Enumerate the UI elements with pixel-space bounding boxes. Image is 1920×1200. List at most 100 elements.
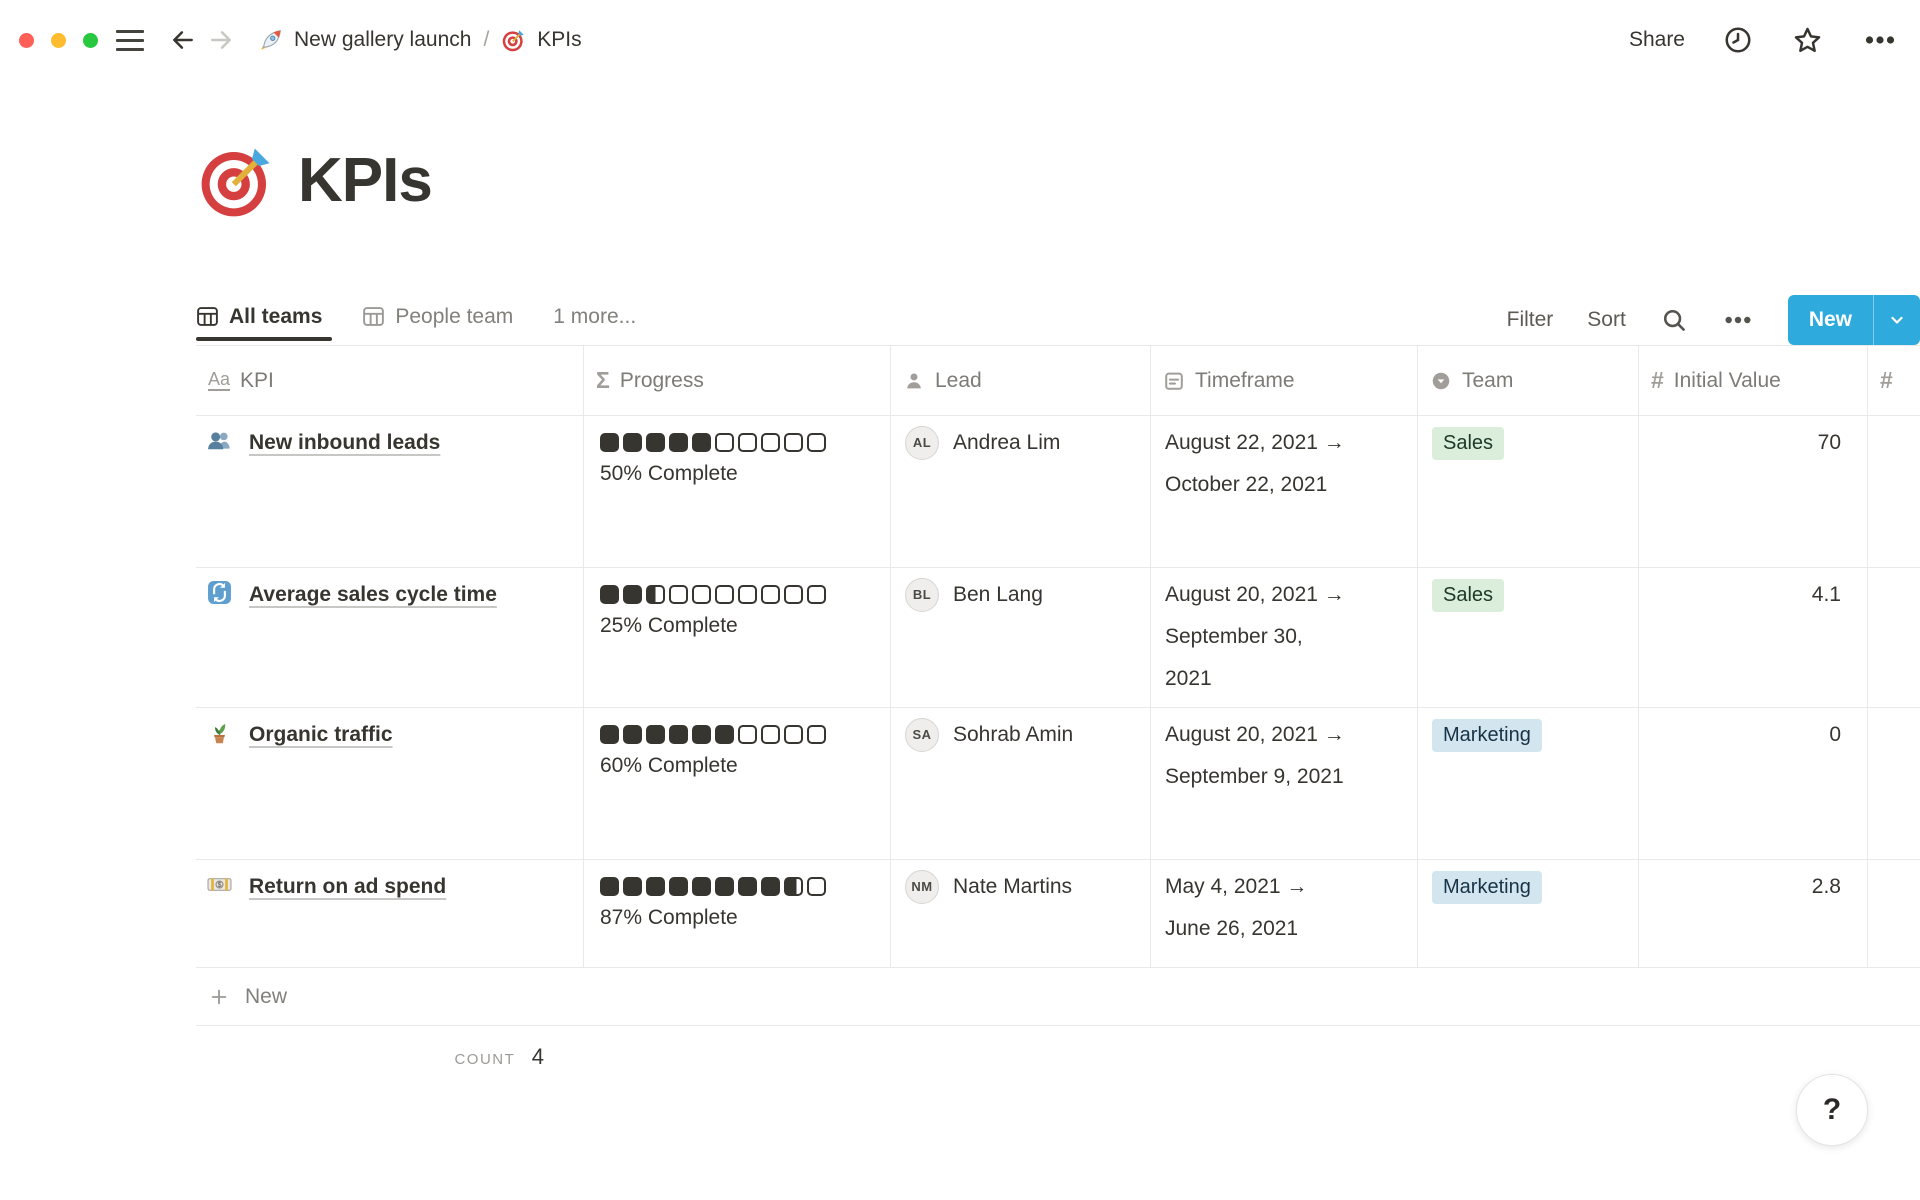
column-header-timeframe[interactable]: Timeframe [1151,346,1418,415]
busts-in-silhouette-icon [206,431,249,454]
team-cell[interactable]: Marketing [1418,708,1639,859]
kpi-page-link[interactable]: New inbound leads [249,431,440,454]
partial-cell[interactable] [1868,568,1920,707]
column-header-progress[interactable]: Σ Progress [584,346,891,415]
team-cell[interactable]: Marketing [1418,860,1639,967]
lead-cell[interactable]: BL Ben Lang [891,568,1151,707]
share-button[interactable]: Share [1629,28,1685,52]
table-row: New inbound leads 50% Complete AL Andrea… [196,416,1920,568]
search-icon[interactable] [1660,306,1688,334]
progress-cell[interactable]: 87% Complete [584,860,891,967]
initial-value-cell[interactable]: 70 [1639,416,1868,567]
breadcrumb-root[interactable]: New gallery launch [294,28,471,52]
progress-square [600,433,619,452]
close-window-button[interactable] [19,33,34,48]
lead-name: Andrea Lim [953,422,1060,464]
window-topbar: New gallery launch / KPIs Share [0,0,1920,80]
progress-square [646,433,665,452]
team-tag: Sales [1432,427,1504,460]
kpi-cell[interactable]: Organic traffic [196,708,584,859]
progress-square [738,433,757,452]
timeframe-value: August 20, 2021 → September 9, 2021 [1165,714,1345,798]
updates-clock-icon[interactable] [1723,25,1753,55]
breadcrumb-page[interactable]: KPIs [537,28,581,52]
sort-button[interactable]: Sort [1587,308,1626,332]
column-header-team[interactable]: Team [1418,346,1639,415]
forward-button[interactable] [206,25,236,55]
progress-square [623,725,642,744]
table-row: Organic traffic 60% Complete SA Sohrab A… [196,708,1920,860]
favorite-star-icon[interactable] [1791,24,1824,57]
new-button[interactable]: New [1788,295,1920,345]
column-header-lead[interactable]: Lead [891,346,1151,415]
count-calculation[interactable]: COUNT 4 [196,1044,584,1070]
kpi-page-link[interactable]: Average sales cycle time [249,583,497,606]
column-label: Lead [935,369,982,393]
kpi-page-link[interactable]: Organic traffic [249,723,393,746]
help-button[interactable]: ? [1796,1074,1868,1146]
column-label: Progress [620,369,704,393]
initial-value-cell[interactable]: 4.1 [1639,568,1868,707]
calendar-property-icon [1163,370,1185,392]
page-target-icon[interactable] [196,138,280,222]
tab-all-teams[interactable]: All teams [196,294,332,345]
sidebar-menu-icon[interactable] [116,30,144,51]
lead-name: Sohrab Amin [953,714,1073,756]
progress-cell[interactable]: 50% Complete [584,416,891,567]
progress-label: 25% Complete [600,605,876,647]
column-header-kpi[interactable]: Aa KPI [196,346,584,415]
kpi-cell[interactable]: Return on ad spend [196,860,584,967]
progress-square [669,725,688,744]
minimize-window-button[interactable] [51,33,66,48]
timeframe-cell[interactable]: August 22, 2021 → October 22, 2021 [1151,416,1418,567]
progress-square [738,877,757,896]
page-title[interactable]: KPIs [298,145,432,216]
kpi-page-link[interactable]: Return on ad spend [249,875,446,898]
view-controls: Filter Sort New [1507,295,1920,345]
column-header-partial[interactable]: # [1868,346,1920,415]
progress-bar [600,433,876,452]
breadcrumb: New gallery launch / KPIs [258,27,582,53]
lead-cell[interactable]: SA Sohrab Amin [891,708,1151,859]
tab-label: All teams [229,305,322,329]
progress-bar [600,585,876,604]
number-property-icon: # [1880,367,1893,394]
more-options-icon[interactable] [1862,22,1898,58]
progress-square [715,877,734,896]
back-button[interactable] [168,25,198,55]
column-label: Timeframe [1195,369,1295,393]
progress-cell[interactable]: 25% Complete [584,568,891,707]
progress-cell[interactable]: 60% Complete [584,708,891,859]
partial-cell[interactable] [1868,708,1920,859]
progress-square [623,585,642,604]
tab-people-team[interactable]: People team [362,294,523,345]
view-more-options-icon[interactable] [1722,304,1754,336]
timeframe-cell[interactable]: August 20, 2021 → September 9, 2021 [1151,708,1418,859]
initial-value-cell[interactable]: 0 [1639,708,1868,859]
table-header-row: Aa KPI Σ Progress Lead Timeframe Team # … [196,346,1920,416]
filter-button[interactable]: Filter [1507,308,1554,332]
partial-cell[interactable] [1868,860,1920,967]
timeframe-cell[interactable]: May 4, 2021 → June 26, 2021 [1151,860,1418,967]
partial-cell[interactable] [1868,416,1920,567]
potted-plant-icon [206,723,249,746]
plus-icon [208,986,230,1008]
timeframe-cell[interactable]: August 20, 2021 → September 30, 2021 [1151,568,1418,707]
chevron-down-icon[interactable] [1874,295,1920,345]
zoom-window-button[interactable] [83,33,98,48]
kpi-cell[interactable]: Average sales cycle time [196,568,584,707]
initial-value-cell[interactable]: 2.8 [1639,860,1868,967]
new-button-label[interactable]: New [1788,295,1873,345]
lead-cell[interactable]: AL Andrea Lim [891,416,1151,567]
more-views-link[interactable]: 1 more... [553,305,636,335]
kpi-cell[interactable]: New inbound leads [196,416,584,567]
progress-square [761,585,780,604]
progress-square [692,725,711,744]
lead-cell[interactable]: NM Nate Martins [891,860,1151,967]
team-cell[interactable]: Sales [1418,416,1639,567]
kpi-table: Aa KPI Σ Progress Lead Timeframe Team # … [196,346,1920,1088]
team-cell[interactable]: Sales [1418,568,1639,707]
column-header-initial-value[interactable]: # Initial Value [1639,346,1868,415]
count-value: 4 [532,1044,544,1069]
add-row-button[interactable]: New [196,968,1920,1026]
